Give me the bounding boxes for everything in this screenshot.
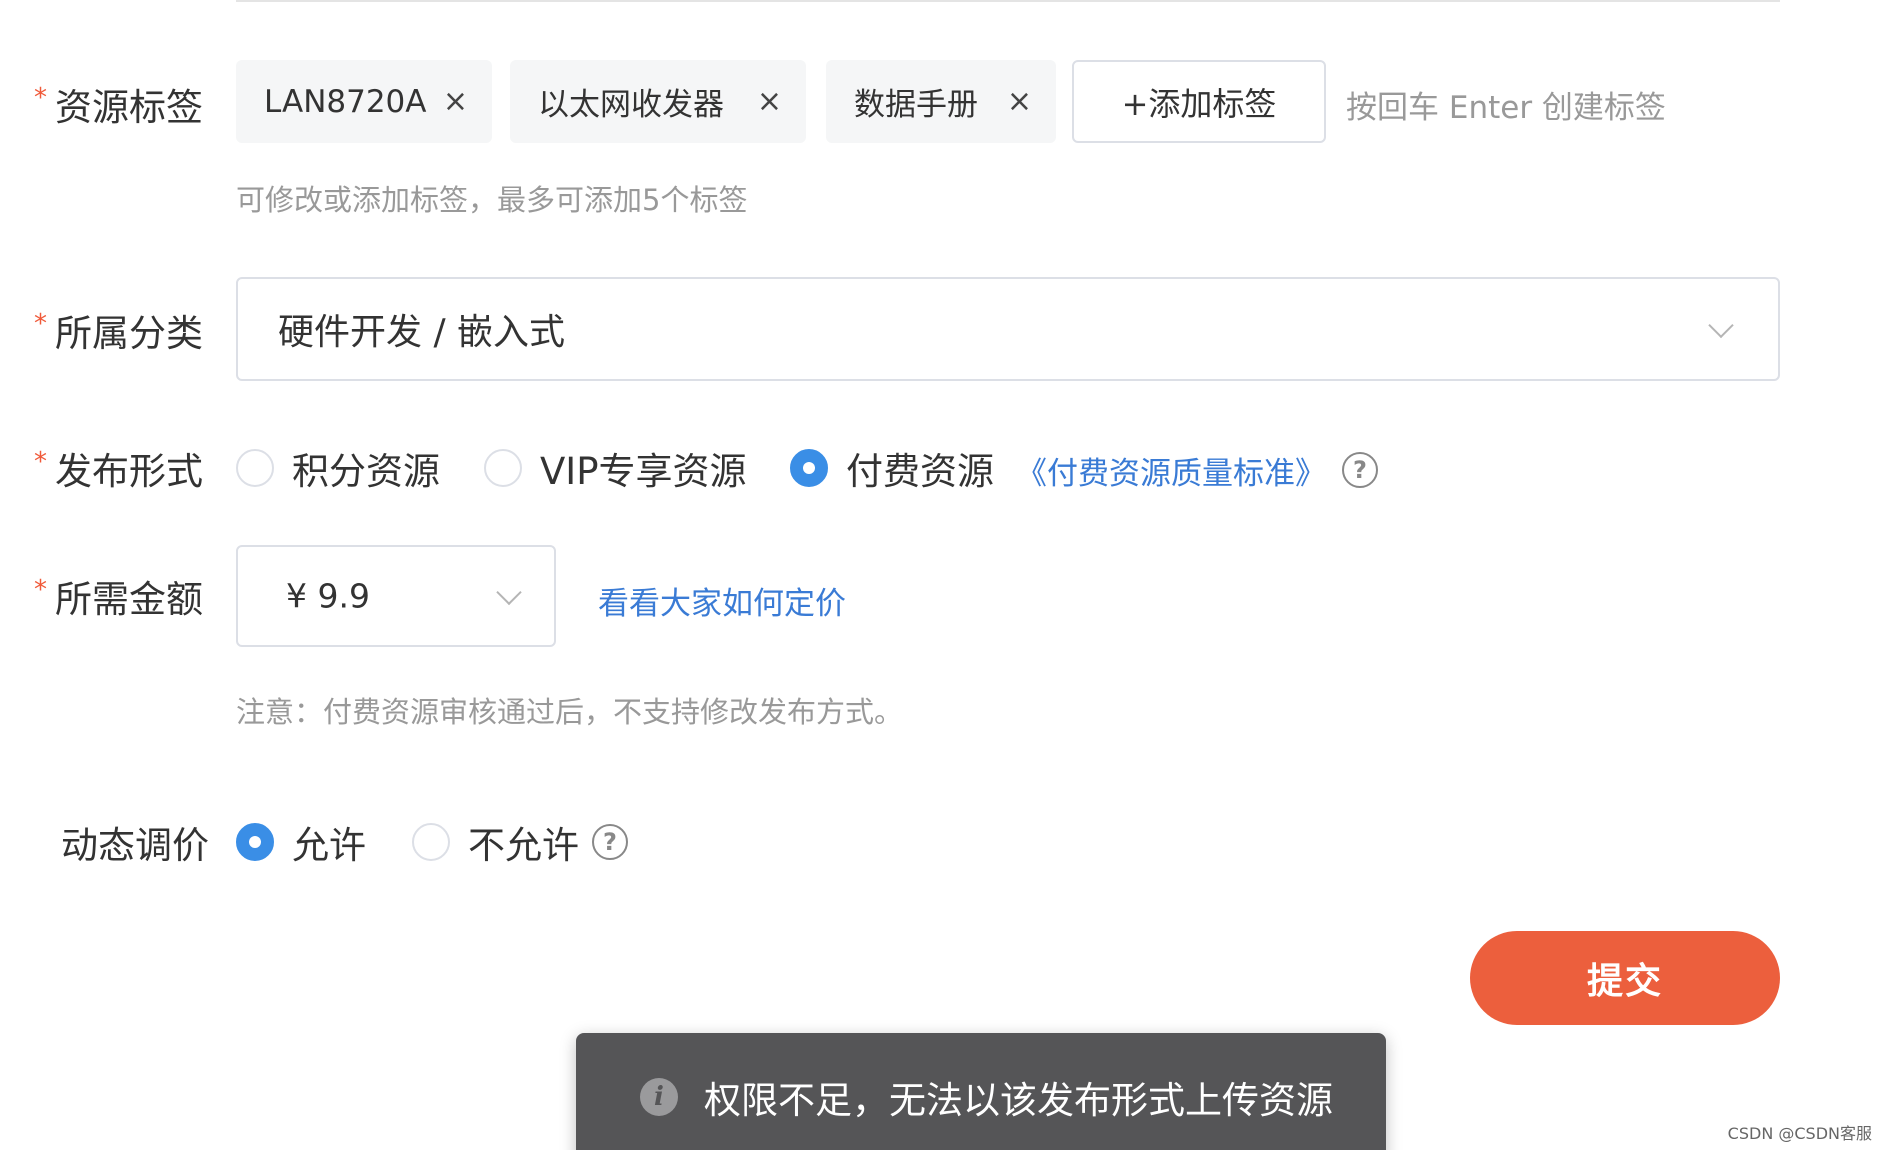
radio-allow[interactable]: 允许 [236, 815, 366, 869]
category-value: 硬件开发 / 嵌入式 [278, 312, 566, 353]
info-icon: i [640, 1078, 678, 1116]
tag-enter-hint: 按回车 Enter 创建标签 [1346, 89, 1666, 126]
tag-label: 以太网收发器 [538, 87, 724, 123]
tag-close-icon[interactable]: × [757, 86, 782, 117]
pricing-reference-link[interactable]: 看看大家如何定价 [598, 578, 846, 622]
radio-vip-resource[interactable]: VIP专享资源 [484, 441, 747, 495]
required-mark: * [34, 309, 47, 339]
price-value: ¥ 9.9 [286, 576, 370, 616]
tag-chip[interactable]: LAN8720A × [236, 60, 492, 143]
radio-disallow[interactable]: 不允许 [412, 815, 579, 869]
publish-type-radio-group: 积分资源 VIP专享资源 付费资源 [0, 446, 1890, 493]
toast-message: 权限不足，无法以该发布形式上传资源 [704, 1079, 1333, 1122]
add-tag-button[interactable]: +添加标签 [1072, 60, 1326, 143]
category-label: * 所属分类 [34, 309, 203, 355]
tag-label: LAN8720A [264, 83, 427, 120]
watermark: CSDN @CSDN客服 [1727, 1124, 1872, 1143]
radio-circle[interactable] [412, 823, 450, 861]
radio-circle-checked[interactable] [790, 449, 828, 487]
top-divider [236, 0, 1780, 2]
dynamic-price-radio-group: 允许 不允许 [0, 820, 1890, 867]
radio-circle-checked[interactable] [236, 823, 274, 861]
required-mark: * [34, 575, 47, 605]
radio-circle[interactable] [236, 449, 274, 487]
tag-label: 数据手册 [854, 87, 978, 123]
radio-points-resource[interactable]: 积分资源 [236, 441, 440, 495]
tag-chip[interactable]: 数据手册 × [826, 60, 1056, 143]
price-note-text: 注意：付费资源审核通过后，不支持修改发布方式。 [236, 695, 904, 729]
submit-button[interactable]: 提交 [1470, 931, 1780, 1025]
required-mark: * [34, 83, 47, 113]
tag-chip[interactable]: 以太网收发器 × [510, 60, 806, 143]
error-toast: i 权限不足，无法以该发布形式上传资源 [576, 1033, 1386, 1150]
price-select[interactable]: ¥ 9.9 [236, 545, 556, 647]
paid-quality-standard-link[interactable]: 《付费资源质量标准》 [1016, 448, 1326, 492]
radio-paid-resource[interactable]: 付费资源 [790, 441, 994, 495]
help-icon[interactable]: ? [592, 824, 628, 860]
tag-close-icon[interactable]: × [443, 86, 468, 117]
tag-close-icon[interactable]: × [1007, 86, 1032, 117]
category-select[interactable]: 硬件开发 / 嵌入式 [236, 277, 1780, 381]
help-icon[interactable]: ? [1342, 452, 1378, 488]
price-label: * 所需金额 [34, 575, 203, 621]
upload-form-page: * 资源标签 LAN8720A × 以太网收发器 × 数据手册 × +添加标签 … [0, 0, 1890, 1150]
tags-label: * 资源标签 [34, 83, 203, 129]
tags-helper-text: 可修改或添加标签，最多可添加5个标签 [236, 183, 748, 217]
chevron-down-icon [496, 579, 522, 606]
radio-circle[interactable] [484, 449, 522, 487]
chevron-down-icon [1708, 312, 1734, 339]
